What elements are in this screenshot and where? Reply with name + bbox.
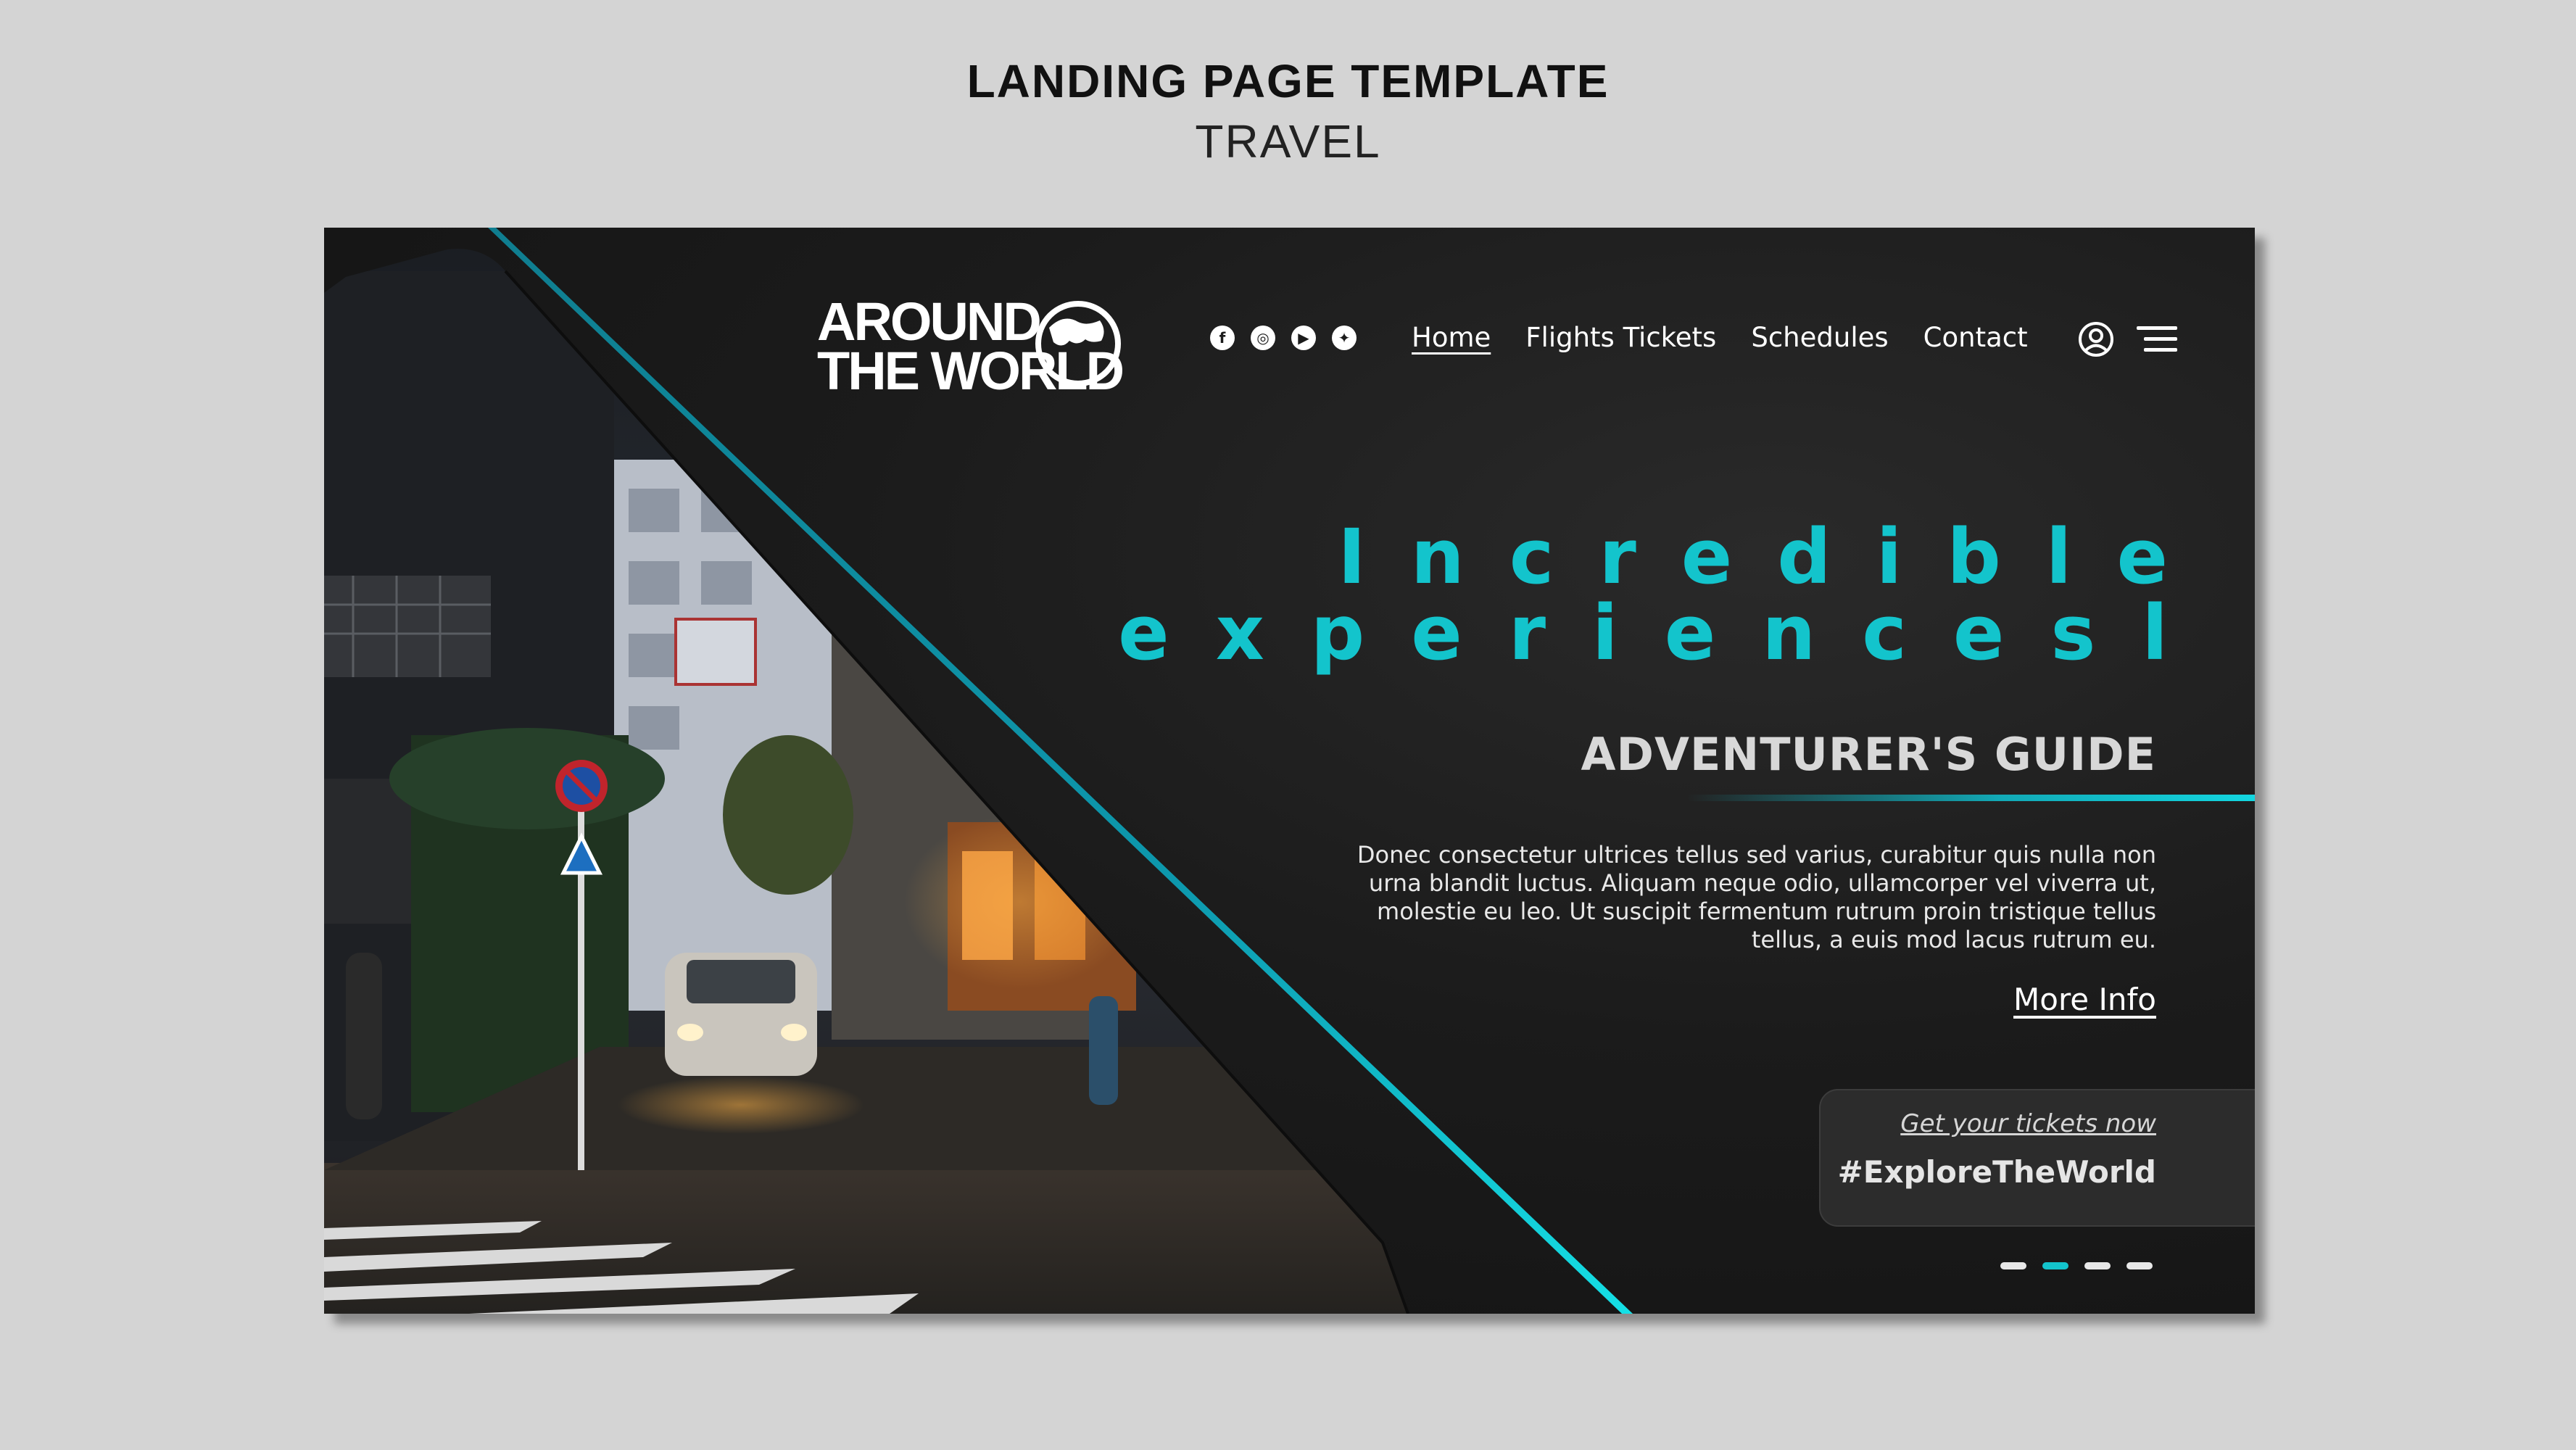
- accent-divider: [1687, 795, 2255, 801]
- carousel-dot[interactable]: [2084, 1262, 2111, 1269]
- social-links: f ◎ ▶ ✦: [1210, 326, 1357, 350]
- headline-line-2: experiencesl: [1118, 589, 2214, 677]
- template-subtitle: TRAVEL: [1195, 115, 1381, 167]
- user-account-icon[interactable]: [2077, 320, 2115, 358]
- brand-logo[interactable]: AROUND THE WORLD: [817, 295, 1129, 406]
- template-header: LANDING PAGE TEMPLATE TRAVEL: [0, 52, 2576, 173]
- twitter-icon[interactable]: ✦: [1332, 326, 1357, 350]
- get-tickets-link[interactable]: Get your tickets now: [1900, 1109, 2156, 1138]
- instagram-icon[interactable]: ◎: [1251, 326, 1275, 350]
- facebook-icon[interactable]: f: [1210, 326, 1235, 350]
- globe-icon: [1035, 301, 1121, 386]
- carousel-dot-active[interactable]: [2042, 1262, 2068, 1269]
- youtube-icon[interactable]: ▶: [1291, 326, 1316, 350]
- more-info-link[interactable]: More Info: [2013, 982, 2156, 1017]
- hero-paragraph: Donec consectetur ultrices tellus sed va…: [1357, 841, 2156, 953]
- section-title: ADVENTURER'S GUIDE: [1581, 728, 2156, 781]
- hashtag: #ExploreTheWorld: [1837, 1154, 2156, 1190]
- landing-page-card: AROUND THE WORLD f ◎ ▶ ✦ Home Flights Ti…: [324, 228, 2255, 1314]
- hero-headline: Incredible experiencesl: [1118, 519, 2168, 671]
- carousel-indicators: [2000, 1262, 2153, 1269]
- template-title: LANDING PAGE TEMPLATE: [966, 55, 1610, 107]
- nav-item-home[interactable]: Home: [1412, 320, 1491, 355]
- nav-item-contact[interactable]: Contact: [1923, 320, 2028, 355]
- main-nav: Home Flights Tickets Schedules Contact: [1412, 320, 2063, 355]
- nav-item-flights-tickets[interactable]: Flights Tickets: [1525, 320, 1716, 355]
- carousel-dot[interactable]: [2000, 1262, 2026, 1269]
- nav-item-schedules[interactable]: Schedules: [1751, 320, 1888, 355]
- carousel-dot[interactable]: [2126, 1262, 2153, 1269]
- hamburger-menu-icon[interactable]: [2137, 325, 2177, 354]
- headline-line-1: Incredible: [1338, 513, 2213, 601]
